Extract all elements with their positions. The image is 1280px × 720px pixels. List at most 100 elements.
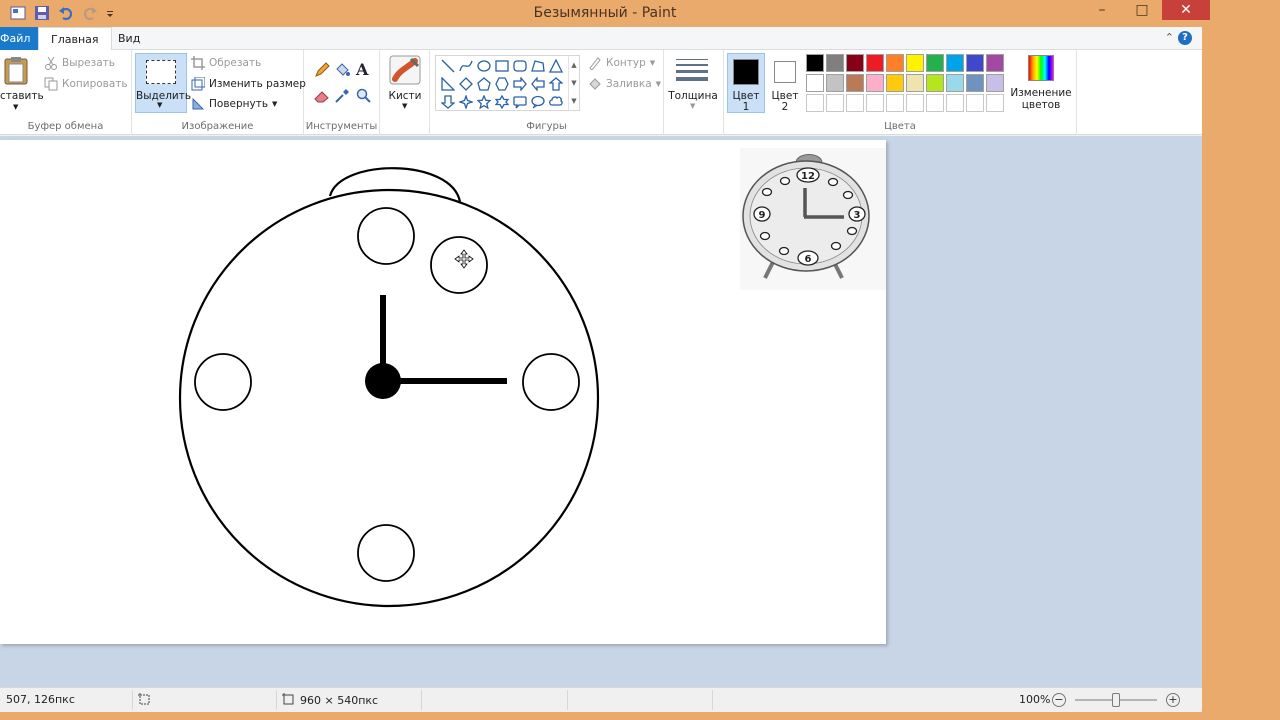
fill-dropdown-icon: ▼ — [655, 80, 662, 88]
size-button[interactable]: Толщина ▼ — [668, 53, 718, 113]
right-arrow-shape-icon[interactable] — [511, 75, 529, 93]
palette-swatch[interactable] — [966, 94, 984, 112]
reference-number-9: 9 — [759, 210, 766, 221]
copy-button[interactable]: Копировать — [44, 77, 128, 91]
brushes-button[interactable]: Кисти ▼ — [385, 53, 425, 113]
palette-swatch[interactable] — [946, 94, 964, 112]
palette-swatch[interactable] — [826, 74, 844, 92]
palette-swatch[interactable] — [986, 54, 1004, 72]
text-tool-icon[interactable]: A — [356, 60, 368, 79]
fill-button[interactable]: Заливка ▼ — [588, 77, 661, 91]
palette-swatch[interactable] — [926, 54, 944, 72]
rectangle-shape-icon[interactable] — [493, 57, 511, 75]
outline-dropdown-icon: ▼ — [649, 59, 656, 67]
color1-button[interactable]: Цвет 1 — [727, 53, 765, 113]
ribbon-tabs: Файл Главная Вид ⌃ ? — [0, 27, 1202, 51]
drawing-canvas[interactable]: 12 3 6 9 — [0, 140, 886, 644]
polygon-shape-icon[interactable] — [529, 57, 547, 75]
palette-swatch[interactable] — [986, 94, 1004, 112]
palette-swatch[interactable] — [846, 74, 864, 92]
palette-swatch[interactable] — [946, 74, 964, 92]
rounded-callout-shape-icon[interactable] — [511, 93, 529, 111]
shapes-scrollbar[interactable]: ▲ ▼ ▼ — [568, 56, 579, 110]
palette-swatch[interactable] — [906, 54, 924, 72]
brushes-label: Кисти — [388, 90, 422, 102]
collapse-ribbon-icon[interactable]: ⌃ — [1165, 31, 1174, 44]
up-arrow-shape-icon[interactable] — [547, 75, 565, 93]
palette-swatch[interactable] — [986, 74, 1004, 92]
down-arrow-shape-icon[interactable] — [439, 93, 457, 111]
palette-swatch[interactable] — [806, 74, 824, 92]
color2-button[interactable]: Цвет 2 — [766, 53, 804, 113]
palette-swatch[interactable] — [806, 54, 824, 72]
triangle-shape-icon[interactable] — [547, 57, 565, 75]
palette-swatch[interactable] — [806, 94, 824, 112]
hour-circle-3 — [522, 353, 580, 411]
resize-button[interactable]: Изменить размер — [191, 76, 306, 91]
palette-swatch[interactable] — [866, 94, 884, 112]
crop-button[interactable]: Обрезать — [191, 56, 261, 70]
palette-swatch[interactable] — [826, 54, 844, 72]
palette-swatch[interactable] — [886, 54, 904, 72]
tab-home[interactable]: Главная — [38, 27, 112, 51]
help-icon[interactable]: ? — [1178, 31, 1192, 45]
color-picker-icon[interactable] — [334, 88, 350, 107]
cut-button[interactable]: Вырезать — [44, 56, 115, 70]
palette-swatch[interactable] — [946, 54, 964, 72]
pentagon-shape-icon[interactable] — [475, 75, 493, 93]
outline-label: Контур — [606, 57, 646, 69]
minimize-button[interactable]: – — [1082, 0, 1122, 20]
palette-swatch[interactable] — [926, 94, 944, 112]
palette-swatch[interactable] — [866, 74, 884, 92]
left-arrow-shape-icon[interactable] — [529, 75, 547, 93]
rotate-button[interactable]: Повернуть ▼ — [191, 97, 277, 111]
paste-button[interactable]: ставить ▼ — [0, 53, 44, 113]
magnifier-icon[interactable] — [356, 88, 372, 107]
close-button[interactable]: ✕ — [1162, 0, 1210, 20]
palette-swatch[interactable] — [846, 54, 864, 72]
zoom-out-button[interactable]: − — [1052, 693, 1066, 707]
edit-colors-button[interactable]: Изменение цветов — [1010, 55, 1072, 111]
window-right-border — [1202, 27, 1210, 720]
group-brushes: Кисти ▼ — [380, 50, 430, 135]
palette-swatch[interactable] — [966, 74, 984, 92]
palette-swatch[interactable] — [966, 54, 984, 72]
right-triangle-shape-icon[interactable] — [439, 75, 457, 93]
outline-icon — [588, 56, 602, 71]
size-dropdown-icon: ▼ — [690, 102, 696, 110]
cloud-callout-shape-icon[interactable] — [547, 93, 565, 111]
maximize-button[interactable]: □ — [1122, 0, 1162, 20]
zoom-in-button[interactable]: + — [1166, 693, 1180, 707]
tab-view[interactable]: Вид — [106, 27, 152, 50]
diamond-shape-icon[interactable] — [457, 75, 475, 93]
color1-swatch — [733, 59, 759, 85]
palette-swatch[interactable] — [846, 94, 864, 112]
oval-shape-icon[interactable] — [475, 57, 493, 75]
palette-swatch[interactable] — [906, 74, 924, 92]
hour-circle-1 — [430, 236, 488, 294]
five-point-star-shape-icon[interactable] — [475, 93, 493, 111]
tab-file[interactable]: Файл — [0, 27, 38, 50]
curve-shape-icon[interactable] — [457, 57, 475, 75]
pencil-icon[interactable] — [314, 62, 330, 81]
palette-swatch[interactable] — [866, 54, 884, 72]
rounded-rectangle-shape-icon[interactable] — [511, 57, 529, 75]
palette-swatch[interactable] — [926, 74, 944, 92]
window-controls: – □ ✕ — [1082, 0, 1210, 20]
eraser-icon[interactable] — [314, 88, 330, 107]
oval-callout-shape-icon[interactable] — [529, 93, 547, 111]
fill-bucket-icon[interactable] — [334, 62, 350, 81]
zoom-slider-thumb[interactable] — [1112, 693, 1120, 707]
palette-swatch[interactable] — [886, 74, 904, 92]
palette-swatch[interactable] — [886, 94, 904, 112]
line-shape-icon[interactable] — [439, 57, 457, 75]
zoom-level: 100% — [1019, 693, 1050, 706]
six-point-star-shape-icon[interactable] — [493, 93, 511, 111]
select-button[interactable]: Выделить ▼ — [135, 53, 191, 113]
hexagon-shape-icon[interactable] — [493, 75, 511, 93]
four-point-star-shape-icon[interactable] — [457, 93, 475, 111]
palette-swatch[interactable] — [826, 94, 844, 112]
crop-label: Обрезать — [209, 57, 262, 69]
outline-button[interactable]: Контур ▼ — [588, 56, 656, 71]
palette-swatch[interactable] — [906, 94, 924, 112]
